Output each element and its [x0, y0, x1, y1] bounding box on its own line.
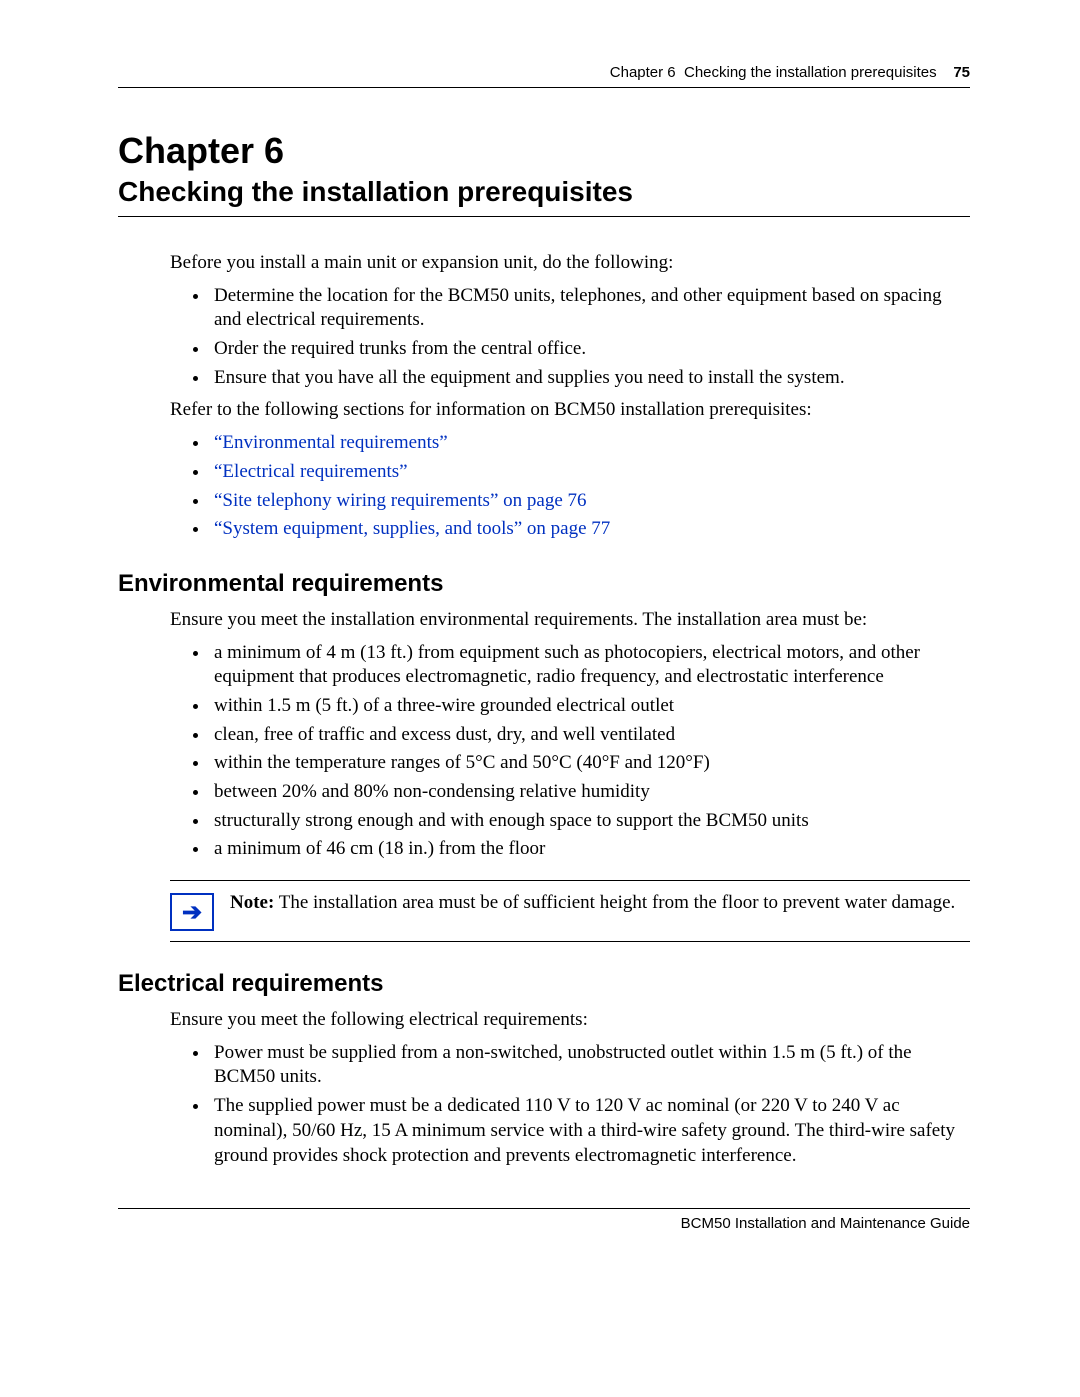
list-item: “Electrical requirements” [210, 460, 970, 485]
list-item: within 1.5 m (5 ft.) of a three-wire gro… [210, 694, 970, 719]
list-item: structurally strong enough and with enou… [210, 809, 970, 834]
list-item: a minimum of 4 m (13 ft.) from equipment… [210, 641, 970, 690]
title-rule [118, 216, 970, 217]
elec-paragraph-1: Ensure you meet the following electrical… [170, 1008, 970, 1033]
link-environmental-requirements[interactable]: “Environmental requirements” [214, 432, 448, 453]
footer-rule [118, 1208, 970, 1209]
env-body: Ensure you meet the installation environ… [170, 608, 970, 862]
header-chapter-name: Checking the installation prerequisites [684, 64, 937, 81]
list-item: Determine the location for the BCM50 uni… [210, 284, 970, 333]
list-item: “Site telephony wiring requirements” on … [210, 489, 970, 514]
list-item: Ensure that you have all the equipment a… [210, 366, 970, 391]
list-item: The supplied power must be a dedicated 1… [210, 1094, 970, 1168]
chapter-title: Checking the installation prerequisites [118, 176, 970, 208]
intro-paragraph-2: Refer to the following sections for info… [170, 398, 970, 423]
running-footer: BCM50 Installation and Maintenance Guide [118, 1215, 970, 1232]
note-label: Note: [230, 892, 274, 913]
list-item: within the temperature ranges of 5°C and… [210, 751, 970, 776]
section-heading-electrical: Electrical requirements [118, 970, 970, 998]
header-chapter-ref: Chapter 6 [610, 64, 676, 81]
list-item: Order the required trunks from the centr… [210, 337, 970, 362]
intro-links-list: “Environmental requirements” “Electrical… [170, 431, 970, 542]
page: Chapter 6 Checking the installation prer… [0, 0, 1080, 1282]
section-heading-environmental: Environmental requirements [118, 570, 970, 598]
chapter-number: Chapter 6 [118, 130, 970, 172]
link-site-telephony-wiring[interactable]: “Site telephony wiring requirements” on … [214, 490, 587, 511]
list-item: Power must be supplied from a non-switch… [210, 1041, 970, 1090]
list-item: “System equipment, supplies, and tools” … [210, 517, 970, 542]
list-item: between 20% and 80% non-condensing relat… [210, 780, 970, 805]
list-item: a minimum of 46 cm (18 in.) from the flo… [210, 837, 970, 862]
note-body: The installation area must be of suffici… [279, 892, 956, 913]
intro-bullet-list: Determine the location for the BCM50 uni… [170, 284, 970, 391]
intro-body: Before you install a main unit or expans… [170, 251, 970, 542]
env-paragraph-1: Ensure you meet the installation environ… [170, 608, 970, 633]
link-electrical-requirements[interactable]: “Electrical requirements” [214, 461, 408, 482]
running-header: Chapter 6 Checking the installation prer… [118, 64, 970, 81]
arrow-right-icon: ➔ [170, 893, 214, 931]
footer-area: BCM50 Installation and Maintenance Guide [118, 1208, 970, 1232]
elec-body: Ensure you meet the following electrical… [170, 1008, 970, 1168]
note-block: ➔ Note: The installation area must be of… [170, 880, 970, 942]
list-item: “Environmental requirements” [210, 431, 970, 456]
header-rule [118, 87, 970, 88]
intro-paragraph-1: Before you install a main unit or expans… [170, 251, 970, 276]
list-item: clean, free of traffic and excess dust, … [210, 723, 970, 748]
elec-bullet-list: Power must be supplied from a non-switch… [170, 1041, 970, 1168]
env-bullet-list: a minimum of 4 m (13 ft.) from equipment… [170, 641, 970, 863]
note-text: Note: The installation area must be of s… [230, 891, 955, 916]
link-system-equipment[interactable]: “System equipment, supplies, and tools” … [214, 518, 610, 539]
header-page-number: 75 [953, 64, 970, 81]
